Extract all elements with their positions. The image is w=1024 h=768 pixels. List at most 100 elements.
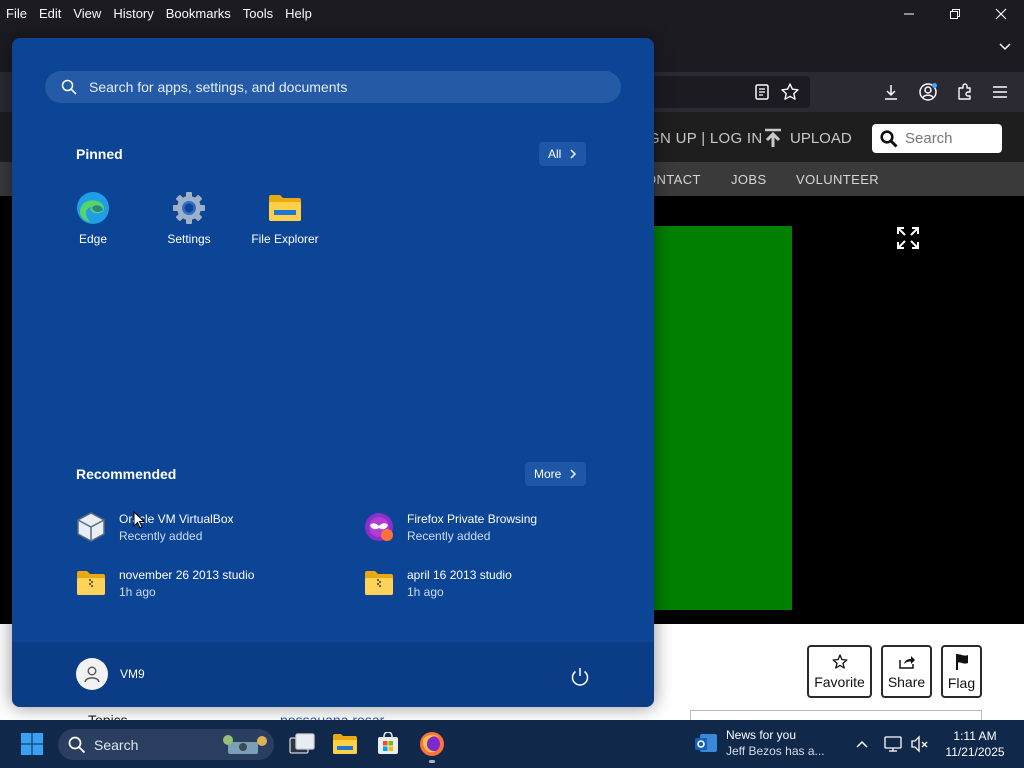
news-widget[interactable]: News for you Jeff Bezos has a... (694, 728, 825, 758)
zip-folder-icon (75, 567, 107, 599)
chevron-up-icon[interactable] (855, 738, 869, 750)
recommended-sub: 1h ago (407, 584, 444, 599)
taskbar-store[interactable] (372, 728, 404, 760)
recommended-name: november 26 2013 studio (119, 567, 255, 582)
share-button[interactable]: Share (881, 645, 932, 698)
pinned-label-settings: Settings (167, 232, 211, 246)
favorite-label: Favorite (814, 673, 865, 690)
edge-icon (75, 190, 111, 226)
clock-time: 1:11 AM (953, 729, 997, 743)
recommended-item-nov-studio[interactable]: november 26 2013 studio 1h ago (75, 567, 254, 599)
menu-edit[interactable]: Edit (39, 6, 61, 21)
menu-help[interactable]: Help (285, 6, 312, 21)
flag-label: Flag (947, 674, 976, 691)
virtualbox-icon (75, 511, 107, 543)
nav-contact[interactable]: ONTACT (646, 172, 701, 187)
start-search-box[interactable]: Search for apps, settings, and documents (45, 71, 621, 103)
recommended-name: Firefox Private Browsing (407, 511, 538, 526)
search-icon (61, 79, 77, 95)
search-highlight-icon (223, 734, 267, 754)
task-view-icon (289, 733, 315, 754)
pinned-app-edge[interactable]: Edge (45, 190, 141, 246)
start-search-placeholder: Search for apps, settings, and documents (89, 79, 348, 95)
chevron-right-icon (570, 469, 577, 479)
search-icon (68, 736, 86, 753)
taskbar-search-label: Search (94, 736, 139, 753)
minimize-icon (904, 13, 914, 15)
firefox-icon (420, 732, 444, 756)
news-headline: Jeff Bezos has a... (726, 744, 825, 758)
bookmark-star-icon[interactable] (780, 82, 800, 102)
pinned-title: Pinned (76, 146, 123, 162)
pinned-label-edge: Edge (78, 232, 108, 246)
pinned-app-settings[interactable]: Settings (141, 190, 237, 246)
video-frame (640, 226, 792, 610)
taskbar-file-explorer[interactable] (329, 728, 361, 760)
pinned-label-file-explorer: File Explorer (251, 232, 319, 246)
chevron-right-icon (570, 149, 577, 159)
upload-arrow-icon (765, 128, 781, 147)
menu-tools[interactable]: Tools (243, 6, 273, 21)
recommended-item-virtualbox[interactable]: Oracle VM VirtualBox Recently added (75, 511, 234, 543)
close-button[interactable] (978, 0, 1024, 28)
favorite-button[interactable]: Favorite (807, 645, 872, 698)
recommended-item-firefox-private[interactable]: Firefox Private Browsing Recently added (363, 511, 537, 543)
recommended-name: april 16 2013 studio (407, 567, 512, 582)
user-name: VM9 (120, 667, 145, 681)
share-label: Share (887, 673, 926, 690)
account-icon[interactable] (918, 82, 938, 102)
avatar (76, 658, 108, 690)
taskbar-search[interactable]: Search (58, 729, 274, 760)
restore-button[interactable] (932, 0, 978, 28)
network-icon[interactable] (884, 735, 902, 753)
flag-icon (955, 653, 968, 670)
site-search-input[interactable]: Search (872, 124, 1002, 153)
minimize-button[interactable] (886, 0, 932, 28)
nav-volunteer[interactable]: VOLUNTEER (796, 172, 879, 187)
nav-jobs[interactable]: JOBS (731, 172, 767, 187)
folder-icon (333, 734, 357, 754)
flag-button[interactable]: Flag (941, 645, 982, 698)
upload-link[interactable]: UPLOAD (764, 128, 852, 148)
pinned-app-file-explorer[interactable]: File Explorer (237, 190, 333, 246)
menu-view[interactable]: View (73, 6, 101, 21)
browser-menubar: File Edit View History Bookmarks Tools H… (0, 0, 1024, 26)
extensions-icon[interactable] (955, 82, 975, 102)
list-all-tabs-icon[interactable] (998, 40, 1012, 54)
start-menu: Search for apps, settings, and documents… (12, 38, 654, 707)
start-button[interactable] (16, 728, 48, 760)
task-view-button[interactable] (286, 728, 318, 760)
restore-icon (950, 9, 960, 19)
menu-bookmarks[interactable]: Bookmarks (166, 6, 231, 21)
taskbar-firefox[interactable] (416, 728, 448, 763)
mouse-cursor-icon (133, 511, 145, 529)
power-icon[interactable] (568, 665, 592, 689)
volume-muted-icon[interactable] (910, 735, 930, 753)
star-outline-icon (832, 653, 847, 669)
recommended-item-apr-studio[interactable]: april 16 2013 studio 1h ago (363, 567, 512, 599)
menu-file[interactable]: File (6, 6, 27, 21)
store-icon (378, 732, 398, 754)
news-outlook-icon (695, 734, 717, 752)
recommended-sub: Recently added (407, 528, 491, 543)
user-icon (84, 666, 100, 683)
downloads-icon[interactable] (881, 82, 901, 102)
news-title: News for you (726, 728, 797, 742)
all-apps-button[interactable]: All (539, 142, 587, 166)
signup-login-link[interactable]: GN UP | LOG IN (648, 130, 763, 147)
reader-view-icon[interactable] (752, 82, 772, 102)
running-indicator (429, 760, 435, 763)
system-clock[interactable]: 1:11 AM 11/21/2025 (938, 728, 1012, 760)
user-account-button[interactable]: VM9 (76, 658, 145, 690)
hamburger-menu-icon[interactable] (990, 82, 1010, 102)
share-icon (898, 655, 915, 669)
fullscreen-icon[interactable] (896, 226, 920, 250)
site-search-placeholder: Search (905, 130, 953, 147)
more-label: More (534, 467, 562, 481)
more-button[interactable]: More (525, 462, 587, 486)
window-controls (886, 0, 1024, 28)
menu-history[interactable]: History (113, 6, 153, 21)
clock-date: 11/21/2025 (945, 745, 1005, 759)
upload-label: UPLOAD (790, 129, 852, 147)
recommended-sub: Recently added (119, 528, 203, 543)
